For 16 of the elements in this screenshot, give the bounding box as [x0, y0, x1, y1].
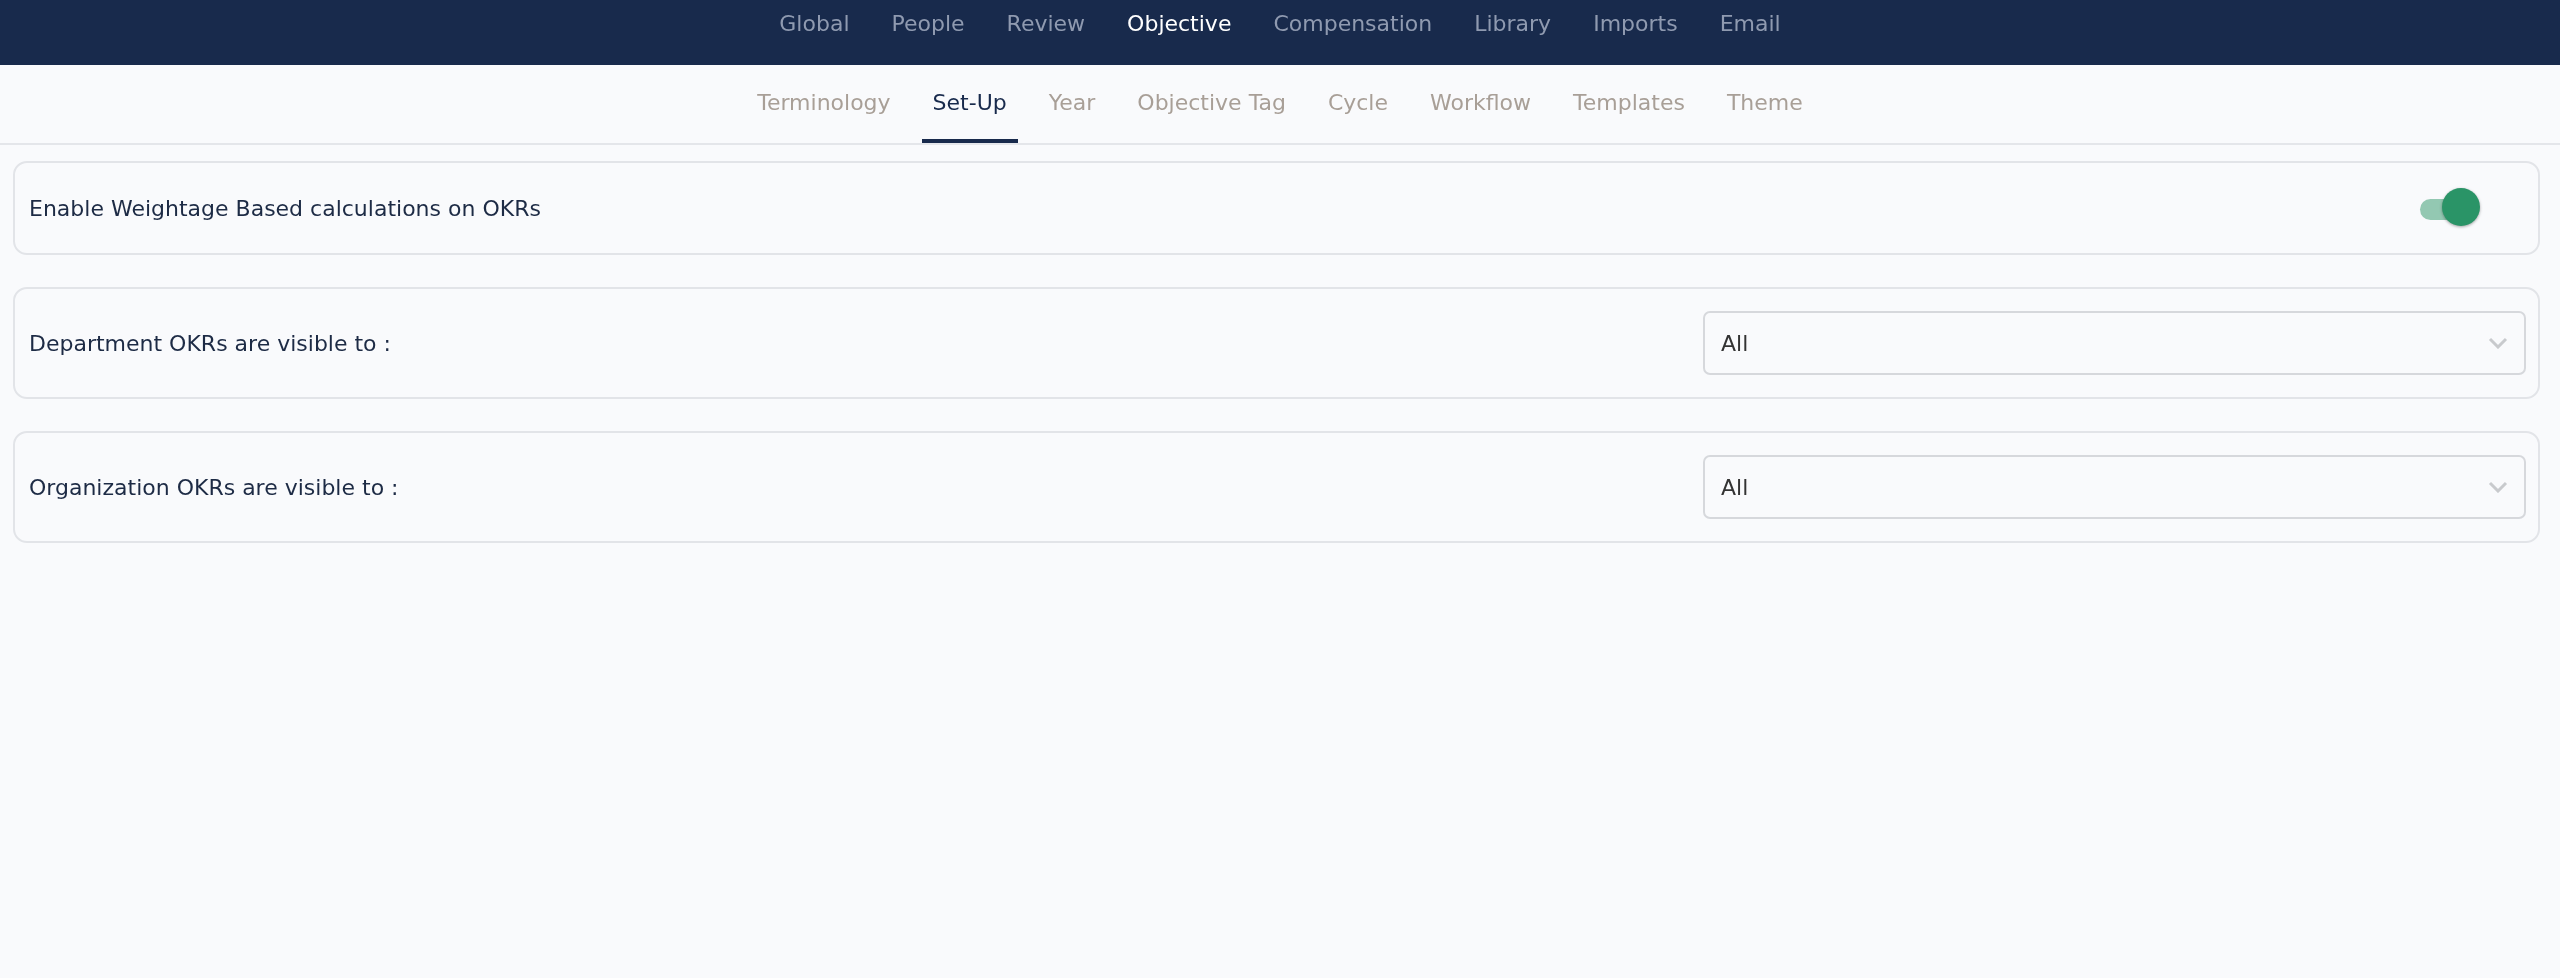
- dropdown-field[interactable]: All: [1703, 455, 2526, 519]
- nav-tab[interactable]: Email: [1698, 0, 1802, 48]
- nav-tab[interactable]: People: [870, 0, 986, 48]
- nav-tab[interactable]: Library: [1453, 0, 1573, 48]
- nav-tab[interactable]: Compensation: [1252, 0, 1454, 48]
- nav-tab[interactable]: Global: [758, 0, 871, 48]
- dropdown-field[interactable]: All: [1703, 311, 2526, 375]
- chevron-down-icon: [2488, 337, 2508, 349]
- nav-tab[interactable]: Review: [985, 0, 1107, 48]
- nav-tab[interactable]: Imports: [1572, 0, 1699, 48]
- sub-tab[interactable]: Set-Up: [921, 65, 1018, 143]
- nav-tab[interactable]: Objective: [1106, 0, 1253, 48]
- chevron-down-icon: [2488, 481, 2508, 493]
- setting-label: Department OKRs are visible to :: [29, 329, 391, 358]
- setting-label: Organization OKRs are visible to :: [29, 473, 399, 502]
- setting-label: Enable Weightage Based calculations on OKRs: [29, 194, 541, 223]
